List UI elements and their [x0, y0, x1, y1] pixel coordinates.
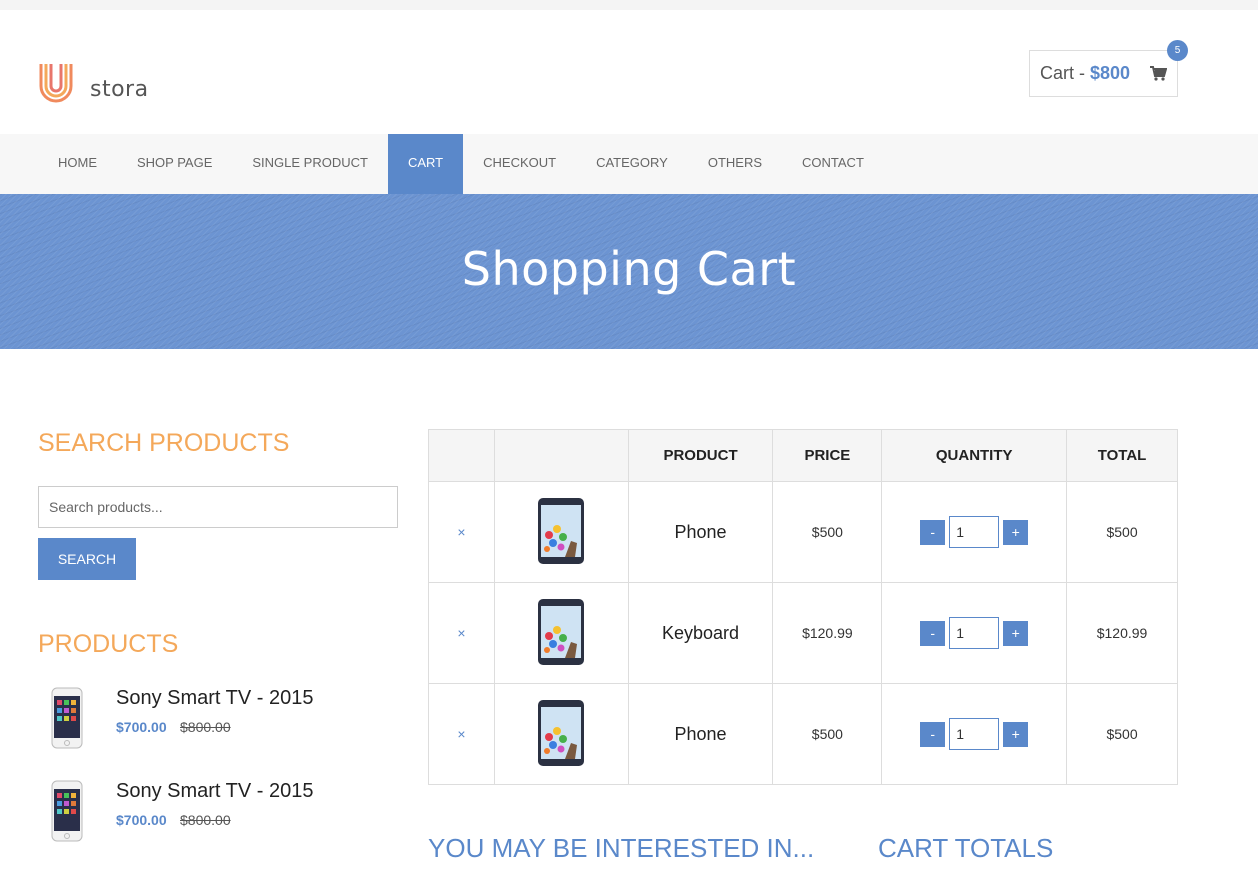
- product-total: $500: [1066, 481, 1178, 583]
- quantity-decrease-button[interactable]: -: [920, 721, 946, 747]
- quantity-input[interactable]: [949, 516, 1000, 548]
- quantity-increase-button[interactable]: +: [1003, 721, 1029, 747]
- quantity-decrease-button[interactable]: -: [920, 519, 946, 545]
- col-header-product: PRODUCT: [627, 429, 774, 482]
- quantity-stepper: - +: [920, 617, 1029, 649]
- cart-label: Cart -: [1040, 63, 1085, 83]
- iphone-thumbnail-icon: [51, 687, 83, 749]
- top-strip: [0, 0, 1258, 10]
- table-row: × Keyboard $120.99 - +: [428, 582, 1178, 684]
- cart-table: PRODUCT PRICE QUANTITY TOTAL × Phone $50…: [428, 429, 1178, 785]
- product-price: $500: [772, 481, 883, 583]
- thumbnail-cell: [493, 582, 629, 684]
- page-banner: Shopping Cart: [0, 194, 1258, 349]
- quantity-cell: - +: [881, 582, 1068, 684]
- logo[interactable]: stora: [38, 62, 149, 104]
- remove-item-button[interactable]: ×: [457, 625, 465, 641]
- remove-cell: ×: [428, 683, 495, 785]
- col-header-total: TOTAL: [1066, 429, 1178, 482]
- interested-section-title: YOU MAY BE INTERESTED IN...: [428, 833, 815, 863]
- phone-thumbnail-icon[interactable]: [537, 598, 585, 666]
- col-header-remove: [428, 429, 495, 482]
- sidebar-product-item[interactable]: Sony Smart TV - 2015 $700.00 $800.00: [38, 687, 398, 757]
- quantity-increase-button[interactable]: +: [1003, 519, 1029, 545]
- nav-item-shop-page[interactable]: SHOP PAGE: [117, 134, 232, 194]
- cart-table-header-row: PRODUCT PRICE QUANTITY TOTAL: [428, 429, 1178, 482]
- quantity-input[interactable]: [949, 617, 1000, 649]
- quantity-input[interactable]: [949, 718, 1000, 750]
- logo-text: stora: [90, 76, 149, 102]
- thumbnail-cell: [493, 683, 629, 785]
- header-cart-button[interactable]: Cart - $800 5: [1029, 40, 1188, 97]
- search-input[interactable]: [38, 486, 398, 528]
- table-row: × Phone $500 - +: [428, 683, 1178, 785]
- quantity-decrease-button[interactable]: -: [920, 620, 946, 646]
- sidebar-product-old-price: $800.00: [180, 812, 231, 828]
- col-header-price: PRICE: [772, 429, 883, 482]
- cart-totals-title: CART TOTALS: [878, 833, 1054, 863]
- search-products-title: SEARCH PRODUCTS: [38, 429, 290, 457]
- nav-item-home[interactable]: HOME: [38, 134, 117, 194]
- sidebar-product-price: $700.00: [116, 719, 167, 735]
- product-name[interactable]: Phone: [627, 683, 774, 785]
- sidebar-product-old-price: $800.00: [180, 719, 231, 735]
- main-content: SEARCH PRODUCTS SEARCH PRODUCTS Sony Sma…: [0, 349, 1258, 873]
- col-header-thumbnail: [493, 429, 629, 482]
- phone-thumbnail-icon[interactable]: [537, 497, 585, 565]
- shopping-cart-icon: [1150, 66, 1167, 81]
- remove-item-button[interactable]: ×: [457, 726, 465, 742]
- search-button[interactable]: SEARCH: [38, 538, 136, 580]
- product-name[interactable]: Phone: [627, 481, 774, 583]
- remove-cell: ×: [428, 582, 495, 684]
- cart-amount: $800: [1090, 63, 1131, 83]
- quantity-stepper: - +: [920, 516, 1029, 548]
- remove-cell: ×: [428, 481, 495, 583]
- product-name[interactable]: Keyboard: [627, 582, 774, 684]
- thumbnail-cell: [493, 481, 629, 583]
- nav-item-checkout[interactable]: CHECKOUT: [463, 134, 576, 194]
- nav-item-category[interactable]: CATEGORY: [576, 134, 688, 194]
- quantity-cell: - +: [881, 481, 1068, 583]
- nav-item-others[interactable]: OTHERS: [688, 134, 782, 194]
- quantity-increase-button[interactable]: +: [1003, 620, 1029, 646]
- nav-item-single-product[interactable]: SINGLE PRODUCT: [232, 134, 388, 194]
- col-header-quantity: QUANTITY: [881, 429, 1068, 482]
- page-title: Shopping Cart: [461, 242, 797, 296]
- sidebar-product-name[interactable]: Sony Smart TV - 2015: [116, 687, 314, 710]
- nav-item-cart[interactable]: CART: [387, 134, 464, 194]
- quantity-stepper: - +: [920, 718, 1029, 750]
- products-title: PRODUCTS: [38, 630, 179, 658]
- product-total: $500: [1066, 683, 1178, 785]
- table-row: × Phone $500 - +: [428, 481, 1178, 583]
- product-total: $120.99: [1066, 582, 1178, 684]
- cart-count-badge: 5: [1167, 40, 1188, 61]
- site-header: stora Cart - $800 5: [0, 10, 1258, 134]
- nav-item-contact[interactable]: CONTACT: [782, 134, 884, 194]
- product-price: $120.99: [772, 582, 883, 684]
- remove-item-button[interactable]: ×: [457, 524, 465, 540]
- sidebar-product-item[interactable]: Sony Smart TV - 2015 $700.00 $800.00: [38, 780, 398, 850]
- quantity-cell: - +: [881, 683, 1068, 785]
- main-nav: HOME SHOP PAGE SINGLE PRODUCT CART CHECK…: [0, 134, 1258, 194]
- logo-u-icon: [39, 64, 73, 103]
- sidebar-product-price: $700.00: [116, 812, 167, 828]
- sidebar-product-name[interactable]: Sony Smart TV - 2015: [116, 780, 314, 803]
- iphone-thumbnail-icon: [51, 780, 83, 842]
- product-price: $500: [772, 683, 883, 785]
- phone-thumbnail-icon[interactable]: [537, 699, 585, 767]
